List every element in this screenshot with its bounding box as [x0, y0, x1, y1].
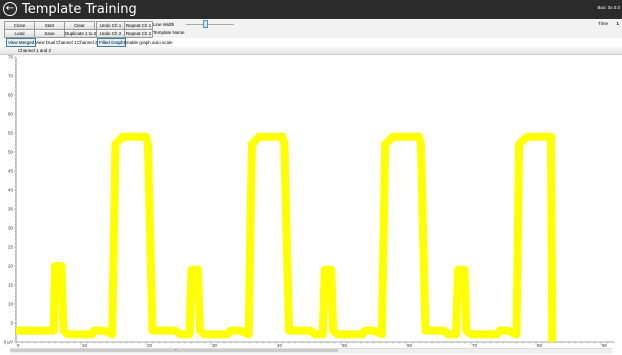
time-value: 1	[616, 21, 619, 26]
y-tick-label: 0 µV	[4, 340, 13, 345]
signal-chart[interactable]: 0 µV 5 10 15 20 25 30 35 40 45 50 55 60 65 70 75 0 10 20 30…	[0, 55, 622, 347]
x-tick-label: 90	[602, 343, 608, 347]
tab-filled-graph[interactable]: Filled Graph	[97, 38, 126, 47]
y-tick-label: 50	[8, 150, 14, 155]
y-tick-label: 75	[8, 55, 14, 60]
x-tick-label: 30	[212, 343, 218, 347]
tab-channel-2[interactable]: Channel 2	[76, 39, 99, 46]
series-line	[16, 132, 557, 343]
repeat-ch2-button[interactable]: Repeat Ch 2	[124, 29, 153, 38]
save-button[interactable]: Save	[34, 29, 65, 38]
y-tick-label: 5	[10, 321, 13, 326]
tab-view-merged[interactable]: View Merged	[6, 38, 37, 47]
x-tick-label: 70	[472, 343, 478, 347]
line-width-slider[interactable]	[186, 24, 234, 25]
load-button[interactable]: Load	[4, 29, 35, 38]
x-tick-label: 40	[277, 343, 283, 347]
tab-channel-1[interactable]: Channel 1	[55, 39, 78, 46]
scroll-grip-icon: ≡	[175, 348, 177, 352]
template-name-label: Template Name	[153, 30, 185, 35]
y-tick-label: 35	[8, 207, 14, 212]
y-tick-label: 30	[8, 226, 14, 231]
undo-ch2-button[interactable]: Undo Ch 2	[96, 29, 125, 38]
line-width-slider-thumb[interactable]	[203, 20, 209, 28]
horizontal-scrollbar-thumb[interactable]	[10, 349, 338, 352]
chart-title: Channel 1 and 2	[18, 48, 52, 53]
x-tick-label: 20	[147, 343, 153, 347]
y-tick-label: 40	[8, 188, 14, 193]
y-tick-label: 65	[8, 93, 14, 98]
time-label: Time	[598, 21, 608, 26]
autoscale-toggle[interactable]: Enable graph auto scale	[123, 39, 174, 46]
x-tick-label: 80	[537, 343, 543, 347]
x-tick-label: 10	[82, 343, 88, 347]
duplicate-button[interactable]: Duplicate 1 to 2	[64, 29, 97, 38]
y-tick-label: 10	[8, 302, 14, 307]
box-info: Box: 0x 0.0	[597, 5, 620, 10]
line-width-label: Line Width	[153, 22, 175, 27]
y-tick-label: 60	[8, 112, 14, 117]
back-arrow-icon[interactable]: ←	[3, 2, 17, 16]
y-tick-label: 15	[8, 283, 14, 288]
y-tick-label: 55	[8, 131, 14, 136]
x-tick-label: 60	[407, 343, 413, 347]
x-tick-label: 50	[342, 343, 348, 347]
y-tick-label: 45	[8, 169, 14, 174]
x-tick-label: 0	[17, 343, 20, 347]
tab-view-dual[interactable]: View Dual	[34, 39, 56, 46]
y-tick-label: 20	[8, 264, 14, 269]
window-title: Template Training	[22, 2, 137, 17]
y-tick-label: 25	[8, 245, 14, 250]
y-tick-label: 70	[8, 74, 14, 79]
chart-header	[0, 47, 622, 55]
